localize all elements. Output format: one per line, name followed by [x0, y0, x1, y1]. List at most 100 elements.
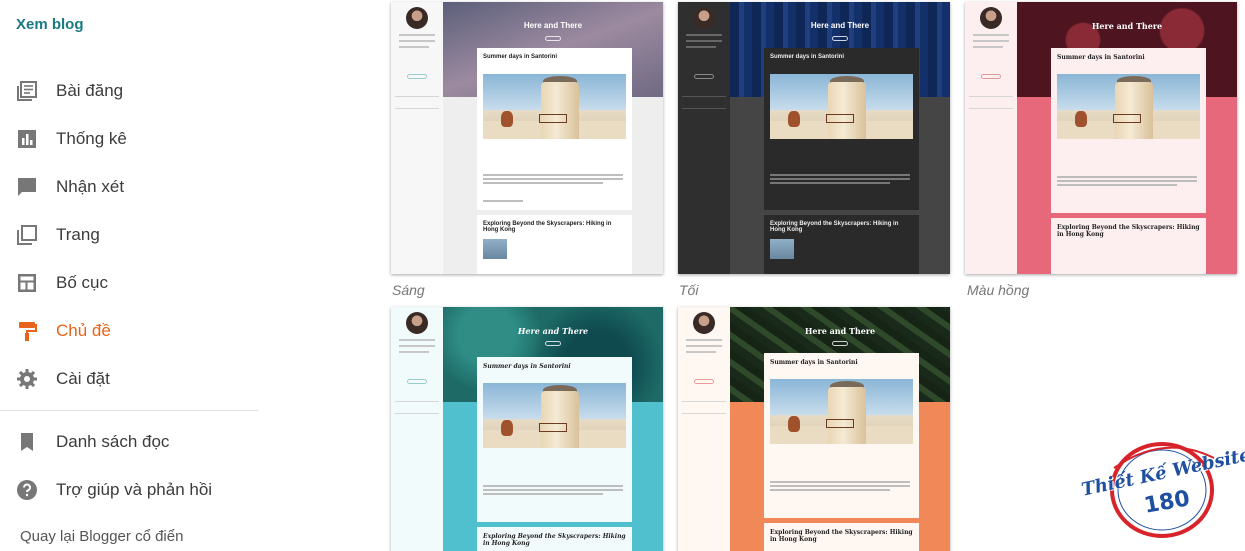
avatar [693, 312, 715, 334]
help-icon [16, 479, 38, 501]
post-title: Summer days in Santorini [1057, 54, 1145, 61]
banner-title: Here and There [523, 21, 583, 30]
text-line [973, 46, 1003, 48]
post-title: Summer days in Santorini [483, 54, 558, 60]
post-title: Exploring Beyond the Skyscrapers: Hiking… [483, 221, 612, 233]
settings-gear-icon [16, 368, 38, 390]
text-line [973, 34, 1009, 36]
read-more-button [407, 379, 427, 384]
text-line [686, 40, 722, 42]
post-card: Exploring Beyond the Skyscrapers: Hiking… [764, 215, 919, 274]
sidebar-item-label: Bài đăng [56, 81, 124, 100]
preview-sidebar [391, 307, 443, 551]
labels-nav [395, 405, 439, 414]
text-line [686, 339, 722, 341]
text-line [686, 345, 722, 347]
post-card: Summer days in Santorini [477, 357, 632, 522]
post-card: Summer days in Santorini [477, 48, 632, 210]
post-card: Exploring Beyond the Skyscrapers: Hiking… [477, 527, 632, 551]
read-more-button [407, 74, 427, 79]
sidebar-item-label: Trợ giúp và phản hồi [56, 480, 213, 499]
text-line [686, 34, 722, 36]
subscribe-button [545, 36, 561, 41]
preview-sidebar [965, 2, 1017, 274]
preview-sidebar [678, 2, 730, 274]
theme-card-pink[interactable]: Here and There Summer days in Santorini … [965, 2, 1237, 274]
sidebar: Xem blog Bài đăng Thống kê Nhận xét Tran… [0, 0, 260, 551]
sidebar-item-layout[interactable]: Bố cục [16, 263, 256, 303]
sidebar-item-settings[interactable]: Cài đặt [16, 359, 256, 399]
subscribe-button [545, 341, 561, 346]
post-date [477, 372, 632, 380]
sidebar-item-label: Danh sách đọc [56, 432, 170, 451]
post-date [1051, 63, 1206, 71]
text-line [399, 351, 429, 353]
theme-caption: Màu hồng [967, 282, 1030, 298]
sidebar-item-reading-list[interactable]: Danh sách đọc [16, 422, 256, 462]
sidebar-item-label: Cài đặt [56, 369, 110, 388]
post-card: Exploring Beyond the Skyscrapers: Hiking… [477, 215, 632, 274]
santorini-photo [483, 74, 626, 139]
sidebar-item-posts[interactable]: Bài đăng [16, 71, 256, 111]
post-title: Summer days in Santorini [483, 363, 571, 370]
labels-nav [969, 100, 1013, 109]
hong-kong-thumbnail [483, 239, 507, 259]
sidebar-item-theme[interactable]: Chủ đề [16, 311, 256, 351]
post-card: Exploring Beyond the Skyscrapers: Hiking… [1051, 218, 1206, 274]
stats-icon [16, 128, 38, 150]
avatar [406, 312, 428, 334]
banner-title: Here and There [1091, 21, 1163, 31]
avatar [693, 7, 715, 29]
text-line [399, 34, 435, 36]
archive-nav [395, 88, 439, 97]
labels-nav [395, 100, 439, 109]
avatar [406, 7, 428, 29]
theme-card-dark[interactable]: Here and There Summer days in Santorini … [678, 2, 950, 274]
preview-sidebar [391, 2, 443, 274]
sidebar-item-stats[interactable]: Thống kê [16, 119, 256, 159]
text-line [399, 339, 435, 341]
preview-sidebar [678, 307, 730, 551]
post-card: Exploring Beyond the Skyscrapers: Hiking… [764, 523, 919, 551]
thiet-ke-website-180-logo: Thiết Kế Website 180 [1074, 438, 1245, 538]
theme-card-orange[interactable]: Here and There Summer days in Santorini … [678, 307, 950, 551]
text-line [973, 40, 1009, 42]
sidebar-item-label: Trang [56, 225, 100, 244]
posts-icon [16, 80, 38, 102]
theme-card-teal[interactable]: Here and There Summer days in Santorini … [391, 307, 663, 551]
subscribe-button [832, 36, 848, 41]
sidebar-divider [0, 410, 258, 411]
pages-icon [16, 224, 38, 246]
sidebar-item-comments[interactable]: Nhận xét [16, 167, 256, 207]
post-title: Exploring Beyond the Skyscrapers: Hiking… [770, 221, 899, 233]
comments-icon [16, 176, 38, 198]
text-line [686, 351, 716, 353]
view-blog-link[interactable]: Xem blog [16, 16, 84, 33]
hong-kong-thumbnail [770, 239, 794, 259]
read-more-button [694, 379, 714, 384]
back-to-classic-blogger-link[interactable]: Quay lại Blogger cổ điển [20, 528, 183, 545]
read-more-button [694, 74, 714, 79]
bookmark-icon [16, 431, 38, 453]
post-date [764, 62, 919, 70]
sidebar-item-label: Nhận xét [56, 177, 125, 196]
banner-title: Here and There [517, 326, 589, 336]
banner-title: Here and There [810, 21, 870, 30]
post-title: Summer days in Santorini [770, 359, 858, 366]
post-title: Summer days in Santorini [770, 54, 845, 60]
archive-nav [395, 393, 439, 402]
post-date [477, 62, 632, 70]
sidebar-item-help[interactable]: Trợ giúp và phản hồi [16, 470, 256, 510]
sidebar-item-pages[interactable]: Trang [16, 215, 256, 255]
sidebar-item-label: Bố cục [56, 273, 108, 292]
archive-nav [682, 88, 726, 97]
text-line [399, 40, 435, 42]
labels-nav [682, 100, 726, 109]
text-line [399, 345, 435, 347]
santorini-photo [1057, 74, 1200, 139]
archive-nav [682, 393, 726, 402]
santorini-photo [770, 74, 913, 139]
theme-paint-roller-icon [16, 320, 38, 342]
theme-card-light[interactable]: Here and There Summer days in Santorini … [391, 2, 663, 274]
post-card: Summer days in Santorini [764, 48, 919, 210]
